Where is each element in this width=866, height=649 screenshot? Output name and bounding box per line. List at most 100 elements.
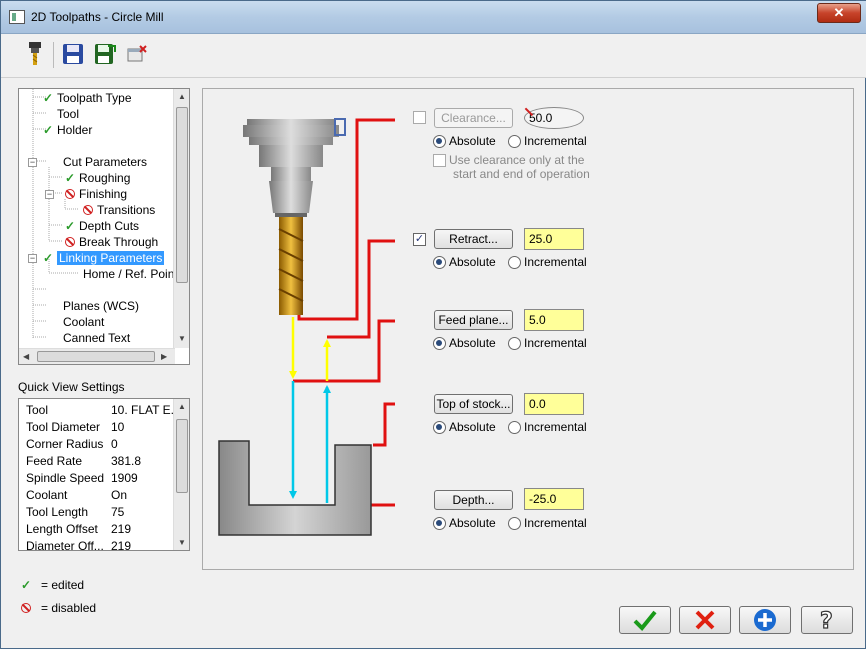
tree-item-planes[interactable]: Planes (WCS) (63, 298, 139, 314)
feed-plane-button[interactable]: Feed plane... (434, 310, 513, 330)
clearance-only-checkbox[interactable] (433, 154, 446, 167)
retract-field[interactable]: 25.0 (524, 228, 584, 250)
cancel-icon (695, 610, 715, 630)
tool-holder-icon[interactable] (21, 40, 49, 68)
tool-holder-graphic (243, 118, 346, 315)
top-of-stock-button[interactable]: Top of stock... (434, 394, 513, 414)
close-button[interactable]: ✕ (817, 3, 861, 23)
delete-icon[interactable] (123, 40, 151, 68)
tree-item-cut-parameters[interactable]: Cut Parameters (63, 154, 147, 170)
list-item: Tool 10. FLAT E... (26, 403, 181, 417)
depth-field[interactable]: -25.0 (524, 488, 584, 510)
linking-parameters-panel: Clearance... 50.0 Absolute Incremental U… (202, 88, 854, 570)
tree-item-roughing[interactable]: ✓ Roughing (65, 170, 130, 186)
quick-view-list: Tool 10. FLAT E... Tool Diameter 10 Corner… (18, 398, 190, 551)
retract-button[interactable]: Retract... (434, 229, 513, 249)
scroll-left-icon[interactable]: ◀ (23, 352, 29, 361)
depth-absolute-radio[interactable]: Absolute (433, 515, 496, 531)
scroll-up-icon[interactable]: ▲ (178, 92, 186, 101)
ok-button[interactable] (619, 606, 671, 634)
ok-icon (633, 610, 657, 631)
title-bar[interactable]: 2D Toolpaths - Circle Mill ✕ (1, 1, 866, 34)
quick-view-scrollbar[interactable]: ▲ ▼ (173, 399, 189, 550)
add-icon (754, 609, 776, 631)
scrollbar-thumb[interactable] (176, 419, 188, 493)
tree-item-holder[interactable]: ✓ Holder (43, 122, 92, 138)
help-button[interactable]: ? (801, 606, 853, 634)
depth-incremental-radio[interactable]: Incremental (508, 515, 587, 531)
svg-text:?: ? (820, 609, 833, 632)
feed-plane-field[interactable]: 5.0 (524, 309, 584, 331)
stock-graphic (218, 440, 372, 536)
list-item: Feed Rate 381.8 (26, 454, 142, 468)
clearance-incremental-radio[interactable]: Incremental (508, 133, 587, 149)
disabled-icon (21, 603, 31, 613)
legend-disabled: = disabled (21, 601, 96, 615)
depth-button[interactable]: Depth... (434, 490, 513, 510)
tree-item-home-ref-points[interactable]: Home / Ref. Points (83, 266, 184, 282)
toolbar (1, 34, 866, 78)
save-icon[interactable] (59, 40, 87, 68)
retract-checkbox[interactable]: ✓ (413, 233, 426, 246)
collapse-icon[interactable]: − (45, 190, 54, 199)
legend-edited: ✓ = edited (21, 578, 85, 592)
tree-item-linking-parameters[interactable]: ✓ Linking Parameters (43, 250, 165, 266)
list-item: Diameter Off... 219 (26, 539, 132, 551)
tree-horizontal-scrollbar[interactable]: ◀ ▶ (19, 348, 175, 364)
scroll-right-icon[interactable]: ▶ (161, 352, 167, 361)
list-item: Spindle Speed 1909 (26, 471, 138, 485)
tree-item-finishing[interactable]: Finishing (65, 186, 127, 202)
help-icon: ? (819, 608, 833, 632)
clearance-only-note-1: Use clearance only at the (449, 153, 585, 167)
collapse-icon[interactable]: − (28, 158, 37, 167)
scroll-down-icon[interactable]: ▼ (178, 538, 186, 547)
top-of-stock-absolute-radio[interactable]: Absolute (433, 419, 496, 435)
list-item: Coolant On (26, 488, 128, 502)
clearance-absolute-radio[interactable]: Absolute (433, 133, 496, 149)
top-of-stock-incremental-radio[interactable]: Incremental (508, 419, 587, 435)
disabled-icon (65, 237, 75, 247)
scroll-down-icon[interactable]: ▼ (178, 334, 186, 343)
window-title: 2D Toolpaths - Circle Mill (31, 10, 164, 24)
tree-item-tool[interactable]: Tool (57, 106, 79, 122)
dialog-window: 2D Toolpaths - Circle Mill ✕ ✓ Toolpath … (0, 0, 866, 649)
quick-view-title: Quick View Settings (18, 380, 125, 394)
tree-item-transitions[interactable]: Transitions (83, 202, 155, 218)
disabled-icon (65, 189, 75, 199)
check-icon: ✓ (65, 171, 76, 185)
tree-vertical-scrollbar[interactable]: ▲ ▼ (173, 89, 189, 348)
feed-plane-absolute-radio[interactable]: Absolute (433, 335, 496, 351)
check-icon: ✓ (65, 219, 76, 233)
retract-absolute-radio[interactable]: Absolute (433, 254, 496, 270)
tree-item-break-through[interactable]: Break Through (65, 234, 158, 250)
clearance-checkbox[interactable] (413, 111, 426, 124)
save-as-icon[interactable] (91, 40, 119, 68)
check-icon: ✓ (21, 578, 32, 592)
scroll-up-icon[interactable]: ▲ (178, 402, 186, 411)
parameter-tree: ✓ Toolpath Type Tool ✓ Holder − Cut Parame… (18, 88, 190, 365)
tree-item-canned-text[interactable]: Canned Text (63, 330, 130, 346)
check-icon: ✓ (43, 251, 54, 265)
scrollbar-thumb[interactable] (37, 351, 155, 362)
feed-plane-incremental-radio[interactable]: Incremental (508, 335, 587, 351)
list-item: Corner Radius 0 (26, 437, 118, 451)
check-icon: ✓ (43, 91, 54, 105)
toolbar-separator (53, 42, 54, 68)
tree-item-coolant[interactable]: Coolant (63, 314, 104, 330)
tree-item-toolpath-type[interactable]: ✓ Toolpath Type (43, 90, 132, 106)
check-icon: ✓ (43, 123, 54, 137)
retract-incremental-radio[interactable]: Incremental (508, 254, 587, 270)
clearance-button[interactable]: Clearance... (434, 108, 513, 128)
add-button[interactable] (739, 606, 791, 634)
disabled-icon (83, 205, 93, 215)
collapse-icon[interactable]: − (28, 254, 37, 263)
app-icon (9, 10, 25, 24)
list-item: Length Offset 219 (26, 522, 132, 536)
top-of-stock-field[interactable]: 0.0 (524, 393, 584, 415)
cancel-button[interactable] (679, 606, 731, 634)
tree-item-depth-cuts[interactable]: ✓ Depth Cuts (65, 218, 139, 234)
clearance-only-note-2: start and end of operation (453, 167, 590, 181)
scrollbar-thumb[interactable] (176, 107, 188, 283)
clearance-field[interactable]: 50.0 (524, 107, 584, 129)
list-item: Tool Diameter 10 (26, 420, 125, 434)
